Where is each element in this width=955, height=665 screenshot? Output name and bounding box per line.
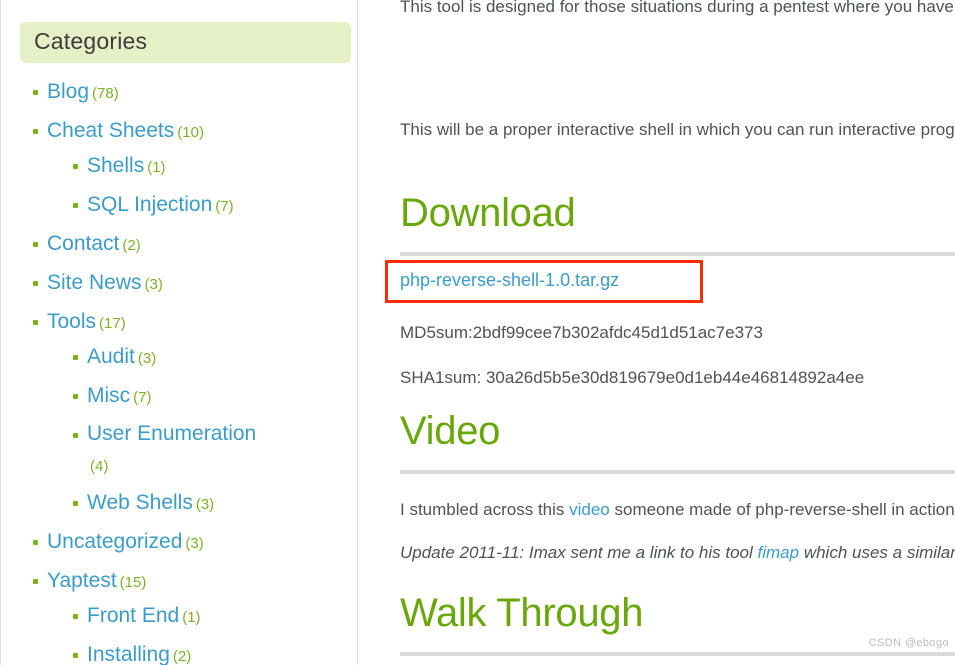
second-paragraph: This will be a proper interactive shell … (400, 120, 955, 139)
fimap-link[interactable]: fimap (758, 543, 800, 562)
category-link[interactable]: Tools (47, 310, 96, 333)
category-count: (7) (133, 389, 152, 407)
category-list: Blog (78) Cheat Sheets (10) Shells (1) SQL … (11, 75, 357, 665)
category-link[interactable]: Installing (87, 643, 170, 665)
sidebar-widget-title: Categories (20, 22, 351, 64)
category-link[interactable]: Front End (87, 604, 179, 627)
intro-paragraph: This tool is designed for those situatio… (400, 0, 955, 16)
download-divider (400, 252, 955, 256)
sidebar-item-sql-injection[interactable]: SQL Injection (7) (73, 188, 357, 223)
sidebar-item-shells[interactable]: Shells (1) (73, 149, 357, 184)
sidebar-item-cheat-sheets[interactable]: Cheat Sheets (10) Shells (1) SQL Injection… (33, 114, 357, 223)
category-count: (4) (90, 458, 109, 476)
category-link[interactable]: Uncategorized (47, 530, 182, 553)
sidebar-item-misc[interactable]: Misc (7) (73, 379, 357, 414)
md5sum-text: MD5sum:2bdf99cee7b302afdc45d1d51ac7e373 (400, 323, 763, 342)
category-count: (17) (99, 315, 126, 333)
category-count: (1) (182, 609, 201, 627)
category-link[interactable]: Audit (87, 345, 135, 368)
sidebar-item-tools[interactable]: Tools (17) Audit (3) Misc (7) User Enumerat… (33, 305, 357, 521)
sha1sum-text: SHA1sum: 30a26d5b5e30d819679e0d1eb44e468… (400, 368, 865, 387)
sidebar-item-audit[interactable]: Audit (3) (73, 340, 357, 375)
walkthrough-divider (400, 652, 955, 656)
category-count: (10) (177, 124, 204, 142)
video-paragraph: I stumbled across this video someone mad… (400, 497, 955, 523)
category-count: (3) (137, 350, 157, 368)
category-link[interactable]: Shells (87, 154, 144, 177)
article-content: This tool is designed for those situatio… (359, 0, 955, 665)
update-paragraph-pre: Update 2011-11: Imax sent me a link to h… (400, 543, 758, 562)
category-count: (3) (185, 535, 204, 553)
sidebar-item-blog[interactable]: Blog (78) (33, 75, 357, 110)
video-link[interactable]: video (569, 500, 610, 519)
category-count: (15) (119, 574, 147, 592)
category-count: (78) (92, 85, 119, 103)
video-heading: Video (400, 409, 501, 453)
category-link[interactable]: Site News (47, 271, 142, 294)
category-sublist: Front End(1) Installing(2) Overview(2) U… (47, 599, 357, 665)
category-link[interactable]: Blog (47, 80, 89, 103)
category-link[interactable]: Web Shells (87, 491, 193, 514)
category-sublist: Audit (3) Misc (7) User Enumeration (4) Web… (47, 340, 357, 521)
category-count: (7) (215, 198, 234, 216)
video-divider (400, 470, 955, 474)
category-count: (2) (172, 648, 192, 665)
category-count: (2) (122, 237, 141, 255)
category-link[interactable]: Contact (47, 232, 119, 255)
category-sublist: Shells (1) SQL Injection (7) (47, 149, 357, 223)
csdn-watermark: CSDN @ebogo (868, 637, 949, 649)
page-root: Categories Blog (78) Cheat Sheets (10) She… (0, 0, 955, 665)
sidebar-item-user-enumeration[interactable]: User Enumeration (4) (73, 418, 357, 482)
category-link[interactable]: User Enumeration (87, 422, 256, 445)
category-count: (3) (144, 276, 163, 294)
sidebar-item-contact[interactable]: Contact (2) (33, 227, 357, 262)
sidebar-item-uncategorized[interactable]: Uncategorized (3) (33, 525, 357, 560)
download-file-link[interactable]: php-reverse-shell-1.0.tar.gz (400, 270, 619, 290)
category-link[interactable]: Misc (87, 384, 130, 407)
category-count: (3) (195, 496, 215, 514)
video-paragraph-post: someone made of php-reverse-shell in act… (609, 500, 955, 519)
update-paragraph: Update 2011-11: Imax sent me a link to h… (400, 540, 955, 566)
sidebar-item-front-end[interactable]: Front End (1) (73, 599, 357, 634)
category-count: (1) (147, 159, 166, 177)
video-paragraph-pre: I stumbled across this (400, 500, 570, 519)
category-link[interactable]: Yaptest (47, 569, 117, 592)
category-link[interactable]: SQL Injection (87, 193, 212, 216)
sidebar-item-site-news[interactable]: Site News (3) (33, 266, 357, 301)
sidebar: Categories Blog (78) Cheat Sheets (10) She… (0, 0, 358, 665)
download-link-row: php-reverse-shell-1.0.tar.gz (400, 270, 619, 291)
download-heading: Download (400, 191, 576, 235)
sidebar-item-web-shells[interactable]: Web Shells (3) (73, 486, 357, 521)
category-link[interactable]: Cheat Sheets (47, 119, 174, 142)
sidebar-item-yaptest[interactable]: Yaptest(15) Front End(1) Installing(2) O… (33, 564, 357, 665)
sidebar-item-installing[interactable]: Installing (2) (73, 638, 357, 665)
walkthrough-heading: Walk Through (400, 591, 644, 635)
update-paragraph-post: which uses a similar technique. (803, 543, 955, 562)
